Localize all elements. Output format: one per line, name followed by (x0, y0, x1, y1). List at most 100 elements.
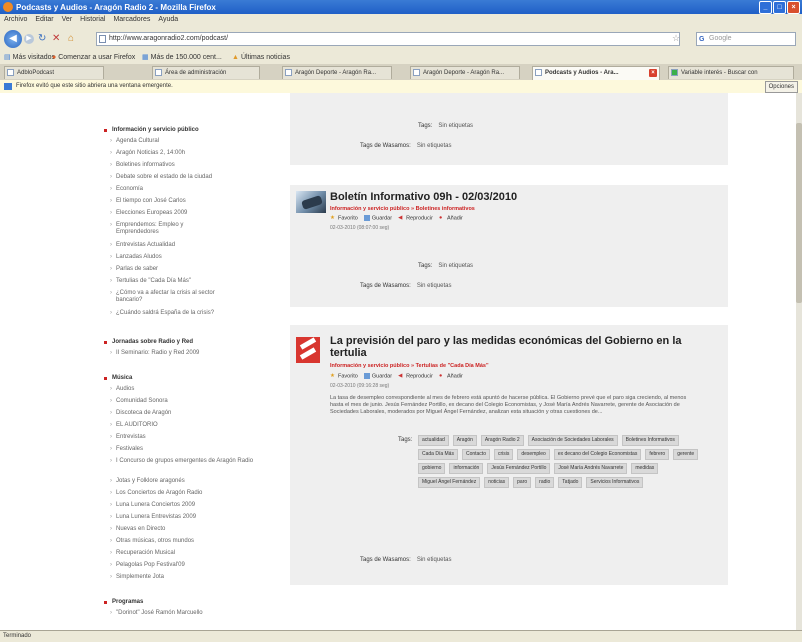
tag-chip[interactable]: crisis (493, 449, 514, 460)
tab-variable-interes[interactable]: Variable interés - Buscar con (668, 66, 794, 79)
add-button[interactable]: ● Añadir (439, 215, 463, 221)
tag-chip[interactable]: Aragón Radio 2 (480, 435, 524, 446)
sidebar-item[interactable]: Entrevistas Actualidad (110, 242, 276, 249)
tag-chip[interactable]: Jesús Fernández Portillo (487, 463, 551, 474)
tab-aragon-deporte-2[interactable]: Aragón Deporte - Aragón Ra... (410, 66, 520, 79)
sidebar-item[interactable]: ¿Cómo va a afectar la crisis al sector b… (110, 290, 226, 304)
maximize-button[interactable]: □ (773, 1, 786, 14)
section-musica[interactable]: Música (103, 375, 132, 381)
tab-aragon-deporte-1[interactable]: Aragón Deporte - Aragón Ra... (282, 66, 392, 79)
back-button[interactable]: ◀ (4, 30, 22, 48)
sidebar-item[interactable]: Festivales (110, 446, 276, 453)
tag-chip[interactable]: gerente (673, 449, 699, 460)
play-button[interactable]: ◀ Reproducir (398, 215, 433, 221)
tag-chip[interactable]: Asociación de Sociedades Laborales (527, 435, 618, 446)
sidebar-item[interactable]: Nuevas en Directo (110, 526, 276, 533)
bookmark-ultimas-noticias[interactable]: ▲ Últimas noticias (232, 52, 290, 64)
sidebar-item[interactable]: "Dorinot" José Ramón Marcuello (110, 610, 276, 617)
article-title[interactable]: La previsión del paro y las medidas econ… (330, 335, 720, 359)
tag-chip[interactable]: Aragón (452, 435, 477, 446)
sidebar-item[interactable]: Tertulias de "Cada Día Más" (110, 278, 276, 285)
sidebar-item[interactable]: Recuperación Musical (110, 550, 276, 557)
article-breadcrumb[interactable]: Información y servicio público » Boletin… (330, 206, 475, 212)
minimize-button[interactable]: _ (759, 1, 772, 14)
sidebar-item[interactable]: Comunidad Sonora (110, 398, 276, 405)
sidebar-item[interactable]: Emprendemos: Empleo y Emprendedores (110, 222, 216, 236)
tag-chip[interactable]: Servicios Informativos (586, 477, 644, 488)
reload-icon[interactable]: ↻ (38, 34, 46, 44)
tag-chip[interactable]: desempleo (517, 449, 550, 460)
sidebar-item[interactable]: Parlas de saber (110, 266, 276, 273)
sidebar-item[interactable]: Economía (110, 186, 276, 193)
sidebar-item[interactable]: Simplemente Jota (110, 574, 276, 581)
sidebar-item[interactable]: Agenda Cultural (110, 138, 276, 145)
add-button[interactable]: ● Añadir (439, 373, 463, 379)
page-scrollbar[interactable] (796, 93, 802, 630)
tab-area-administracion[interactable]: Área de administración (152, 66, 260, 79)
save-button[interactable]: Guardar (363, 215, 392, 221)
menu-ayuda[interactable]: Ayuda (158, 14, 178, 26)
tag-chip[interactable]: José María Andrés Navarrete (554, 463, 628, 474)
article-thumbnail[interactable] (296, 191, 326, 213)
tag-chip[interactable]: Boletines Informativos (621, 435, 679, 446)
tag-chip[interactable]: noticias (484, 477, 510, 488)
menu-archivo[interactable]: Archivo (4, 14, 27, 26)
save-button[interactable]: Guardar (363, 373, 392, 379)
sidebar-item[interactable]: El tiempo con José Carlos (110, 198, 276, 205)
bookmark-comenzar[interactable]: ● Comenzar a usar Firefox (52, 52, 135, 64)
tag-chip[interactable]: Contacto (461, 449, 490, 460)
sidebar-item[interactable]: Elecciones Europeas 2009 (110, 210, 276, 217)
play-button[interactable]: ◀ Reproducir (398, 373, 433, 379)
tag-chip[interactable]: febrero (645, 449, 670, 460)
menu-editar[interactable]: Editar (35, 14, 53, 26)
sidebar-item[interactable]: Pelagolas Pop Festival'09 (110, 562, 276, 569)
favorite-button[interactable]: ★ Favorito (330, 215, 358, 221)
tag-chip[interactable]: Miguel Ángel Fernández (418, 477, 481, 488)
home-icon[interactable]: ⌂ (68, 34, 74, 44)
scrollbar-thumb[interactable] (796, 123, 802, 303)
sidebar-item[interactable]: Discoteca de Aragón (110, 410, 276, 417)
article-title[interactable]: Boletín Informativo 09h - 02/03/2010 (330, 191, 517, 203)
sidebar-item[interactable]: Los Conciertos de Aragón Radio (110, 490, 276, 497)
menu-marcadores[interactable]: Marcadores (113, 14, 150, 26)
tab-adblopodcast[interactable]: AdbloPodcast (4, 66, 104, 79)
tag-chip[interactable]: medidas (631, 463, 659, 474)
section-programas[interactable]: Programas (103, 599, 143, 605)
sidebar-item[interactable]: ¿Cuándo saldrá España de la crisis? (110, 310, 276, 317)
sidebar-item[interactable]: Luna Lunera Conciertos 2009 (110, 502, 276, 509)
sidebar-item[interactable]: Debate sobre el estado de la ciudad (110, 174, 276, 181)
search-input[interactable]: G Google (696, 32, 796, 46)
tag-chip[interactable]: Cada Día Más (418, 449, 458, 460)
sidebar-item[interactable]: Aragón Noticias 2, 14:00h (110, 150, 276, 157)
tag-chip[interactable]: gobierno (418, 463, 446, 474)
favorite-button[interactable]: ★ Favorito (330, 373, 358, 379)
bookmark-mas-visitados[interactable]: ▤ Más visitados (4, 52, 55, 64)
forward-button[interactable]: ▶ (24, 34, 34, 44)
section-info-servicio[interactable]: Información y servicio público (104, 127, 199, 133)
menu-historial[interactable]: Historial (80, 14, 105, 26)
sidebar-item[interactable]: Lanzadas Aludos (110, 254, 276, 261)
tag-chip[interactable]: radio (535, 477, 555, 488)
tag-chip[interactable]: ex decano del Colegio Economistas (553, 449, 642, 460)
close-tab-button[interactable]: × (649, 69, 657, 77)
menu-ver[interactable]: Ver (62, 14, 73, 26)
options-button[interactable]: Opciones (764, 81, 798, 93)
tag-chip[interactable]: actualidad (418, 435, 449, 446)
sidebar-item[interactable]: Boletines informativos (110, 162, 276, 169)
sidebar-item[interactable]: Otras músicas, otros mundos (110, 538, 276, 545)
tab-podcasts-audios[interactable]: Podcasts y Audios - Ara... × (532, 66, 660, 80)
stop-icon[interactable]: ✕ (52, 34, 60, 44)
sidebar-item[interactable]: II Seminario: Radio y Red 2009 (110, 350, 276, 357)
tag-chip[interactable]: Tatjado (558, 477, 583, 488)
sidebar-item[interactable]: Entrevistas (110, 434, 276, 441)
bookmark-mas-de[interactable]: ▦ Más de 150.000 cent... (142, 52, 222, 64)
url-bar[interactable]: http://www.aragonradio2.com/podcast/ (96, 32, 680, 46)
sidebar-item[interactable]: Jotas y Folklore aragonés (110, 478, 276, 485)
section-jornadas[interactable]: Jornadas sobre Radio y Red (103, 339, 193, 345)
tag-chip[interactable]: información (449, 463, 484, 474)
article-breadcrumb[interactable]: Información y servicio público » Tertuli… (330, 363, 489, 369)
sidebar-item[interactable]: Luna Lunera Entrevistas 2009 (110, 514, 276, 521)
close-window-button[interactable]: × (787, 1, 800, 14)
sidebar-item[interactable]: EL AUDITORIO (110, 422, 276, 429)
sidebar-item[interactable]: I Concurso de grupos emergentes de Aragó… (110, 458, 266, 465)
